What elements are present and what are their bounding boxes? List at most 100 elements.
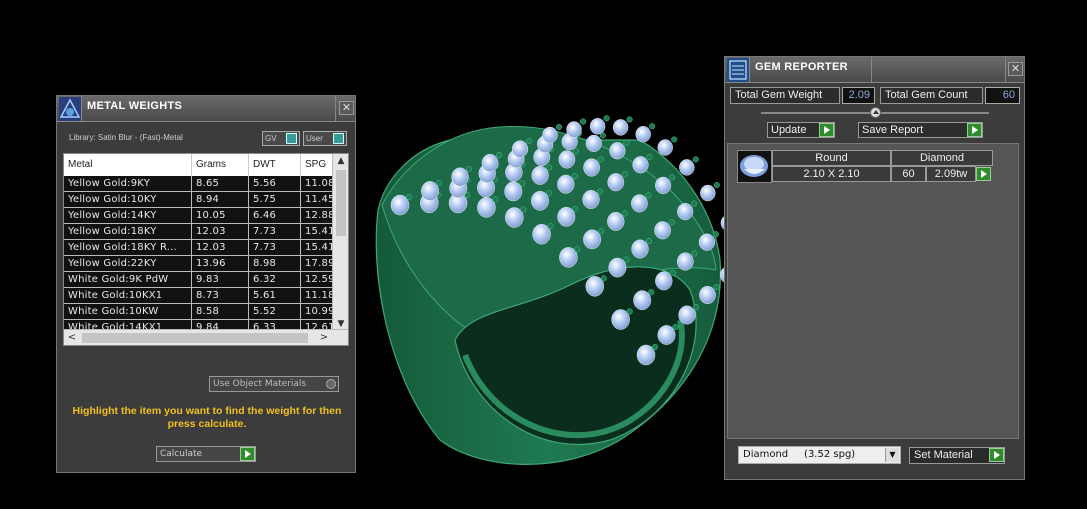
gem-stone [607, 212, 625, 231]
scroll-thumb[interactable] [336, 170, 346, 236]
metal-weights-titlebar[interactable]: METAL WEIGHTS ✕ [57, 96, 355, 122]
table-cell: 6.46 [249, 208, 301, 223]
gem-stone [631, 239, 649, 259]
close-icon[interactable]: ✕ [339, 101, 354, 115]
gem-stone [676, 252, 694, 271]
toggle-knob-icon [286, 133, 297, 144]
table-cell: Yellow Gold:9KY [64, 176, 192, 191]
material-select[interactable]: Diamond (3.52 spg) ▼ [738, 446, 901, 464]
scroll-thumb[interactable] [82, 333, 308, 343]
table-cell: 8.98 [249, 256, 301, 271]
table-cell: 5.56 [249, 176, 301, 191]
update-button[interactable]: Update [767, 122, 835, 138]
calculate-label: Calculate [160, 449, 203, 459]
gem-stone [557, 174, 575, 194]
table-row[interactable]: White Gold:10KX1 8.73 5.61 11.18 [64, 288, 344, 304]
radio-icon[interactable] [326, 379, 336, 389]
prong [492, 196, 499, 203]
material-select-value: Diamond (3.52 spg) [743, 449, 856, 460]
table-row[interactable]: White Gold:9K PdW 9.83 6.32 12.59 [64, 272, 344, 288]
close-icon[interactable]: ✕ [1008, 62, 1023, 76]
table-cell: Yellow Gold:10KY [64, 192, 192, 207]
round-diamond-icon[interactable] [737, 150, 772, 183]
user-toggle[interactable]: User [303, 131, 347, 146]
calculate-button[interactable]: Calculate [156, 446, 256, 462]
prong [520, 206, 527, 213]
gem-material[interactable]: Diamond [891, 150, 993, 166]
play-arrow-icon[interactable] [976, 167, 991, 181]
gv-toggle[interactable]: GV [262, 131, 300, 146]
toggle-knob-icon [333, 133, 344, 144]
gem-size[interactable]: 2.10 X 2.10 [772, 166, 891, 182]
user-toggle-label: User [306, 134, 323, 143]
table-cell: Yellow Gold:18KY R... [64, 240, 192, 255]
instruction-text: Highlight the item you want to find the … [72, 405, 342, 430]
table-row[interactable]: White Gold:10KW 8.58 5.52 10.99 [64, 304, 344, 320]
table-cell: 9.83 [192, 272, 249, 287]
gem-stone [421, 181, 439, 201]
chevron-down-icon[interactable]: ▼ [885, 448, 899, 462]
gem-stone [632, 156, 649, 174]
slider-handle[interactable] [870, 107, 881, 118]
total-gem-weight-value: 2.09 [842, 87, 875, 104]
prong [623, 256, 630, 263]
gem-weight[interactable]: 2.09tw [926, 166, 976, 182]
prong [646, 153, 653, 160]
gem-count[interactable]: 60 [891, 166, 926, 182]
table-row[interactable]: Yellow Gold:10KY 8.94 5.75 11.45 [64, 192, 344, 208]
prong [712, 231, 719, 238]
gem-stone [607, 173, 625, 192]
save-report-label: Save Report [862, 124, 924, 136]
table-cell: 5.75 [249, 192, 301, 207]
prong [651, 343, 659, 351]
gem-stone [635, 126, 651, 143]
gem-reporter-titlebar[interactable]: GEM REPORTER ✕ [725, 57, 1024, 83]
table-row[interactable]: Yellow Gold:18KY 12.03 7.73 15.41 [64, 224, 344, 240]
gem-shape[interactable]: Round [772, 150, 891, 166]
prong [623, 139, 630, 146]
gem-stone [451, 167, 469, 187]
prong [669, 174, 676, 181]
scroll-up-icon[interactable]: ▲ [333, 154, 348, 168]
set-material-label: Set Material [914, 449, 973, 461]
prong [713, 283, 720, 291]
table-header: Metal Grams DWT SPG [64, 154, 344, 176]
set-material-button[interactable]: Set Material [909, 447, 1005, 464]
horizontal-scrollbar[interactable]: < > [64, 329, 348, 345]
gem-stone [589, 118, 606, 135]
gem-stone [631, 194, 648, 213]
vertical-scrollbar[interactable]: ▲ ▼ [332, 154, 348, 331]
gem-stone [677, 202, 694, 221]
table-cell: Yellow Gold:22KY [64, 256, 192, 271]
column-header-dwt[interactable]: DWT [249, 154, 301, 176]
prong [648, 289, 655, 296]
prong [645, 237, 653, 245]
scroll-right-icon[interactable]: > [316, 330, 332, 345]
table-row[interactable]: Yellow Gold:14KY 10.05 6.46 12.88 [64, 208, 344, 224]
ring-3d-render[interactable] [360, 110, 730, 480]
gem-reporter-title: GEM REPORTER [755, 61, 848, 73]
prong [713, 181, 720, 189]
gv-toggle-label: GV [265, 134, 277, 143]
table-cell: 8.94 [192, 192, 249, 207]
gem-reporter-panel: GEM REPORTER ✕ Total Gem Weight 2.09 Tot… [724, 56, 1025, 480]
use-object-materials-label: Use Object Materials [213, 379, 307, 389]
gem-stone [558, 150, 576, 169]
gem-reporter-app-icon [727, 58, 749, 82]
scroll-left-icon[interactable]: < [64, 330, 80, 345]
play-arrow-icon [989, 448, 1004, 462]
save-report-button[interactable]: Save Report [858, 122, 983, 138]
column-header-metal[interactable]: Metal [64, 154, 192, 176]
gem-stone [612, 119, 629, 136]
column-header-grams[interactable]: Grams [192, 154, 249, 176]
prong [603, 115, 610, 122]
prong [546, 164, 553, 171]
use-object-materials-option[interactable]: Use Object Materials [209, 376, 339, 392]
gem-stone [566, 121, 582, 138]
metal-weights-app-icon [59, 97, 81, 121]
table-row[interactable]: Yellow Gold:9KY 8.65 5.56 11.08 [64, 176, 344, 192]
table-row[interactable]: Yellow Gold:22KY 13.96 8.98 17.89 [64, 256, 344, 272]
prong [579, 118, 587, 125]
table-row[interactable]: Yellow Gold:18KY R... 12.03 7.73 15.41 [64, 240, 344, 256]
table-cell: 12.03 [192, 224, 249, 239]
